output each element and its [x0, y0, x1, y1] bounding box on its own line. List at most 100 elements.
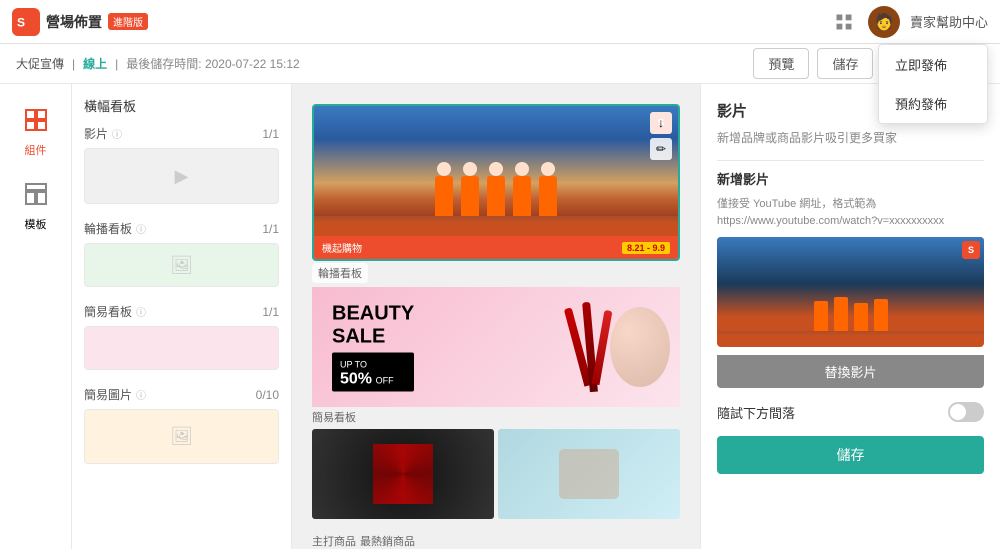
sub-header: 大促宣傳 | 線上 | 最後儲存時間: 2020-07-22 15:12 預覽 …	[0, 44, 1000, 84]
video-actions: ↓ ✏	[650, 112, 672, 160]
info-icon-video: ⓘ	[112, 126, 122, 141]
simple-banner-img-2[interactable]	[498, 429, 680, 519]
slider-block-label: 輪播看板	[312, 263, 368, 283]
save-time: 最後儲存時間: 2020-07-22 15:12	[126, 55, 299, 72]
right-panel: 影片 ✕ 新增品牌或商品影片吸引更多買家 新增影片 僅接受 YouTube 網址…	[700, 84, 1000, 549]
video-bottom-bar: 機起購物 8.21 - 9.9	[314, 236, 678, 259]
canvas-simple-banner-block: 簡易看板	[312, 409, 680, 519]
component-simple-banner-name: 簡易看板 ⓘ	[84, 303, 146, 320]
publish-dropdown-menu: 立即發佈 預約發佈	[878, 44, 988, 124]
shopee-logo-small: S	[962, 241, 980, 259]
canvas-video-block: 影片 ▶ S 機起購	[312, 104, 680, 263]
simple-banner-label: 簡易看板	[312, 409, 680, 425]
replace-video-button[interactable]: 替換影片	[717, 355, 984, 388]
player-2	[461, 176, 479, 216]
thumb-player-2	[834, 297, 848, 331]
slider-block[interactable]: BEAUTY SALE UP TO 50% OFF	[312, 287, 680, 407]
video-promo-text: 機起購物	[322, 240, 362, 255]
video-preview-thumb: S 機起購物 8.21 - 9.9	[717, 237, 984, 347]
seller-center-link[interactable]: 賣家幫助中心	[910, 12, 988, 31]
sidebar-template-label: 模板	[25, 216, 47, 232]
thumb-player-3	[854, 303, 868, 331]
component-item-video: 影片 ⓘ 1/1 ▶	[84, 125, 279, 204]
dropdown-item-schedule[interactable]: 預約發佈	[879, 84, 987, 123]
beauty-off: OFF	[376, 376, 394, 386]
player-4	[513, 176, 531, 216]
video-action-edit[interactable]: ✏	[650, 138, 672, 160]
component-simple-img-name: 簡易圖片 ⓘ	[84, 386, 146, 403]
status-online: 線上	[83, 55, 107, 72]
thumb-players	[717, 297, 984, 331]
component-simple-img-preview: 🖼	[84, 409, 279, 464]
component-slider-preview: 🖼	[84, 243, 279, 287]
avatar[interactable]: 🧑	[868, 6, 900, 38]
beauty-title: BEAUTY	[332, 303, 414, 326]
player-3	[487, 176, 505, 216]
info-icon-simple-banner: ⓘ	[136, 304, 146, 319]
main-product-sub: 最熱銷商品	[360, 533, 415, 549]
save-button[interactable]: 儲存	[817, 48, 873, 79]
info-icon-slider: ⓘ	[136, 221, 146, 236]
panel-title: 橫幅看板	[84, 96, 279, 115]
canvas-main-product-block: 主打商品 最熱銷商品	[312, 519, 680, 549]
simple-img-icon: 🖼	[170, 426, 193, 447]
video-preview-icon: ▶	[175, 166, 189, 187]
header-badge: 進階版	[108, 13, 148, 30]
toggle-switch[interactable]	[948, 402, 984, 422]
component-video-preview: ▶	[84, 148, 279, 204]
player-5	[539, 176, 557, 216]
main-layout: 組件 模板 橫幅看板 影片 ⓘ 1/1 ▶	[0, 84, 1000, 549]
component-video-count: 1/1	[262, 127, 279, 141]
breadcrumb: 大促宣傳	[16, 55, 64, 72]
simple-banner-img-1[interactable]	[312, 429, 494, 519]
beauty-sale: SALE	[332, 326, 414, 349]
shopee-logo-icon: S	[12, 8, 40, 36]
sidebar-component-label: 組件	[25, 142, 47, 158]
preview-button[interactable]: 預覽	[753, 48, 809, 79]
video-thumbnail: ▶ S	[314, 106, 678, 236]
component-panel: 橫幅看板 影片 ⓘ 1/1 ▶ 輪播看板 ⓘ 1/1	[72, 84, 292, 549]
canvas-slider-block: 輪播看板 BEAUTY SALE UP TO 50% OFF	[312, 263, 680, 409]
image-preview-icon: 🖼	[170, 255, 193, 276]
lipstick-radial	[373, 444, 433, 504]
info-icon-simple-img: ⓘ	[136, 387, 146, 402]
component-item-slider: 輪播看板 ⓘ 1/1 🖼	[84, 220, 279, 287]
cosmetics-img	[559, 449, 619, 499]
toggle-label: 隨試下方間落	[717, 403, 795, 422]
toggle-knob	[950, 404, 966, 420]
url-hint: 僅接受 YouTube 網址，格式範為 https://www.youtube.…	[717, 196, 984, 229]
header-logo: S 營場佈置 進階版	[12, 8, 148, 36]
left-sidebar: 組件 模板	[0, 84, 72, 549]
header: S 營場佈置 進階版 🧑 賣家幫助中心	[0, 0, 1000, 44]
sidebar-item-component[interactable]: 組件	[6, 100, 66, 166]
football-players	[314, 166, 678, 216]
right-panel-title: 影片	[717, 100, 747, 121]
component-video-name: 影片 ⓘ	[84, 125, 122, 142]
grid-icon[interactable]	[830, 8, 858, 36]
slider-image: BEAUTY SALE UP TO 50% OFF	[312, 287, 680, 407]
video-block[interactable]: 影片 ▶ S 機起購	[312, 104, 680, 261]
main-product-label: 主打商品	[312, 533, 356, 549]
sidebar-item-template[interactable]: 模板	[6, 174, 66, 240]
beauty-upto: UP TO	[340, 360, 367, 370]
component-slider-name: 輪播看板 ⓘ	[84, 220, 146, 237]
toggle-row: 隨試下方間落	[717, 402, 984, 422]
player-1	[435, 176, 453, 216]
thumb-player-4	[874, 299, 888, 331]
right-panel-desc: 新增品牌或商品影片吸引更多買家	[717, 129, 984, 146]
component-simple-banner-count: 1/1	[262, 305, 279, 319]
dropdown-item-publish-now[interactable]: 立即發佈	[879, 45, 987, 84]
header-title: 營場佈置	[46, 12, 102, 32]
component-icon	[24, 108, 48, 138]
component-item-simple-banner: 簡易看板 ⓘ 1/1	[84, 303, 279, 370]
beauty-percent: 50%	[340, 371, 372, 388]
powder-compact	[610, 307, 670, 387]
thumb-player-1	[814, 301, 828, 331]
product-silhouettes	[574, 287, 670, 407]
video-action-down[interactable]: ↓	[650, 112, 672, 134]
svg-text:S: S	[17, 15, 25, 29]
template-icon	[24, 182, 48, 212]
separator	[717, 160, 984, 161]
component-slider-count: 1/1	[262, 222, 279, 236]
save-panel-button[interactable]: 儲存	[717, 436, 984, 474]
